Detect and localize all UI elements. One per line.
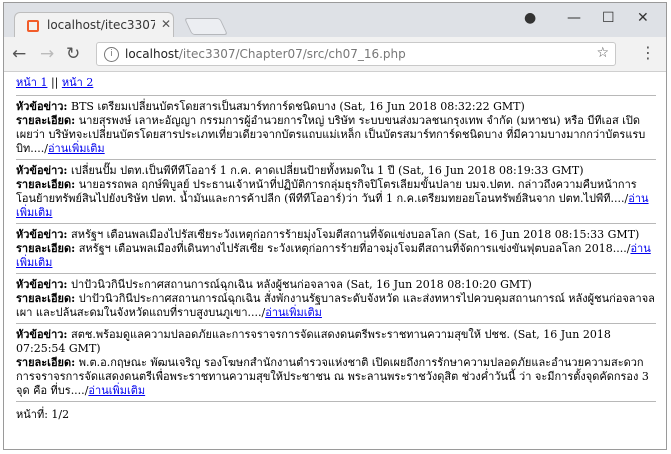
page-1-link[interactable]: หน้า 1 (16, 76, 47, 89)
browser-window: localhost/itec3307/Chapt ✕ ● — ☐ ✕ ← → ↻… (3, 2, 667, 450)
divider (16, 159, 656, 160)
toolbar: ← → ↻ i localhost/itec3307/Chapter07/src… (4, 37, 666, 72)
info-icon[interactable]: i (104, 47, 119, 62)
news-headline: ปาปัวนิวกินีประกาศสถานการณ์ฉุกเฉิน หลังผ… (67, 278, 532, 291)
news-detail: ปาปัวนิวกินีประกาศสถานการณ์ฉุกเฉิน สั่งพ… (16, 292, 655, 319)
news-headline: สตช.พร้อมดูแลความปลอดภัยและการจราจรการจั… (16, 328, 611, 355)
divider (16, 273, 656, 274)
pagination: หน้า 1 || หน้า 2 (16, 76, 656, 90)
address-bar[interactable]: i localhost/itec3307/Chapter07/src/ch07_… (96, 42, 616, 66)
read-more-link[interactable]: อ่านเพิ่มเติม (48, 142, 105, 155)
detail-label: รายละเอียด: (16, 114, 76, 127)
back-arrow-icon[interactable]: ← (12, 44, 26, 64)
news-item: หัวข้อข่าว: สหรัฐฯ เตือนพลเมืองไปรัสเซีย… (16, 228, 656, 270)
reload-icon[interactable]: ↻ (66, 44, 80, 64)
headline-label: หัวข้อข่าว: (16, 164, 68, 177)
bookmark-star-icon[interactable]: ☆ (596, 45, 609, 61)
detail-label: รายละเอียด: (16, 356, 76, 369)
divider (16, 223, 656, 224)
tab-title: localhost/itec3307/Chapt (47, 18, 155, 32)
divider (16, 95, 656, 96)
favicon-icon (27, 20, 39, 32)
page-content: หน้า 1 || หน้า 2 หัวข้อข่าว: BTS เตรียมเ… (16, 76, 656, 422)
news-item: หัวข้อข่าว: ปาปัวนิวกินีประกาศสถานการณ์ฉ… (16, 278, 656, 320)
tab-bar: localhost/itec3307/Chapt ✕ ● — ☐ ✕ (4, 3, 666, 37)
detail-label: รายละเอียด: (16, 178, 76, 191)
page-indicator: หน้าที่: 1/2 (16, 408, 70, 421)
divider (16, 401, 656, 402)
headline-label: หัวข้อข่าว: (16, 228, 68, 241)
news-headline: สหรัฐฯ เตือนพลเมืองไปรัสเซียระวังเหตุก่อ… (67, 228, 640, 241)
news-detail: นายสุรพงษ์ เลาหะอัญญา กรรมการผู้อำนวยการ… (16, 114, 646, 155)
news-detail: สหรัฐฯ เตือนพลเมืองที่เดินทางไปรัสเซีย ร… (75, 242, 627, 255)
news-headline: BTS เตรียมเปลี่ยนบัตรโดยสารเป็นสมาร์ทการ… (67, 100, 525, 113)
headline-label: หัวข้อข่าว: (16, 278, 68, 291)
headline-label: หัวข้อข่าว: (16, 100, 68, 113)
news-item: หัวข้อข่าว: เปลี่ยนปั๊ม ปตท.เป็นพีทีทีโอ… (16, 164, 656, 220)
detail-label: รายละเอียด: (16, 242, 76, 255)
detail-label: รายละเอียด: (16, 292, 76, 305)
browser-tab[interactable]: localhost/itec3307/Chapt ✕ (14, 12, 174, 37)
page-2-link[interactable]: หน้า 2 (62, 76, 93, 89)
forward-arrow-icon[interactable]: → (40, 44, 54, 64)
pagination-separator: || (50, 76, 59, 89)
news-item: หัวข้อข่าว: BTS เตรียมเปลี่ยนบัตรโดยสารเ… (16, 100, 656, 156)
read-more-link[interactable]: อ่านเพิ่มเติม (88, 384, 145, 397)
divider (16, 323, 656, 324)
maximize-icon[interactable]: ☐ (602, 10, 615, 26)
headline-label: หัวข้อข่าว: (16, 328, 68, 341)
tab-close-icon[interactable]: ✕ (161, 17, 171, 31)
window-close-icon[interactable]: ✕ (637, 10, 649, 26)
news-detail: นายอรรถพล ฤกษ์พิบูลย์ ประธานเจ้าหน้าที่ป… (16, 178, 637, 205)
read-more-link[interactable]: อ่านเพิ่มเติม (265, 306, 322, 319)
news-headline: เปลี่ยนปั๊ม ปตท.เป็นพีทีทีโออาร์ 1 ก.ค. … (67, 164, 584, 177)
new-tab-button[interactable] (184, 18, 228, 35)
url-text[interactable]: localhost/itec3307/Chapter07/src/ch07_16… (125, 47, 406, 61)
news-item: หัวข้อข่าว: สตช.พร้อมดูแลความปลอดภัยและก… (16, 328, 656, 398)
menu-icon[interactable]: ⋮ (640, 43, 656, 62)
profile-icon[interactable]: ● (524, 10, 536, 26)
minimize-icon[interactable]: — (567, 10, 581, 26)
